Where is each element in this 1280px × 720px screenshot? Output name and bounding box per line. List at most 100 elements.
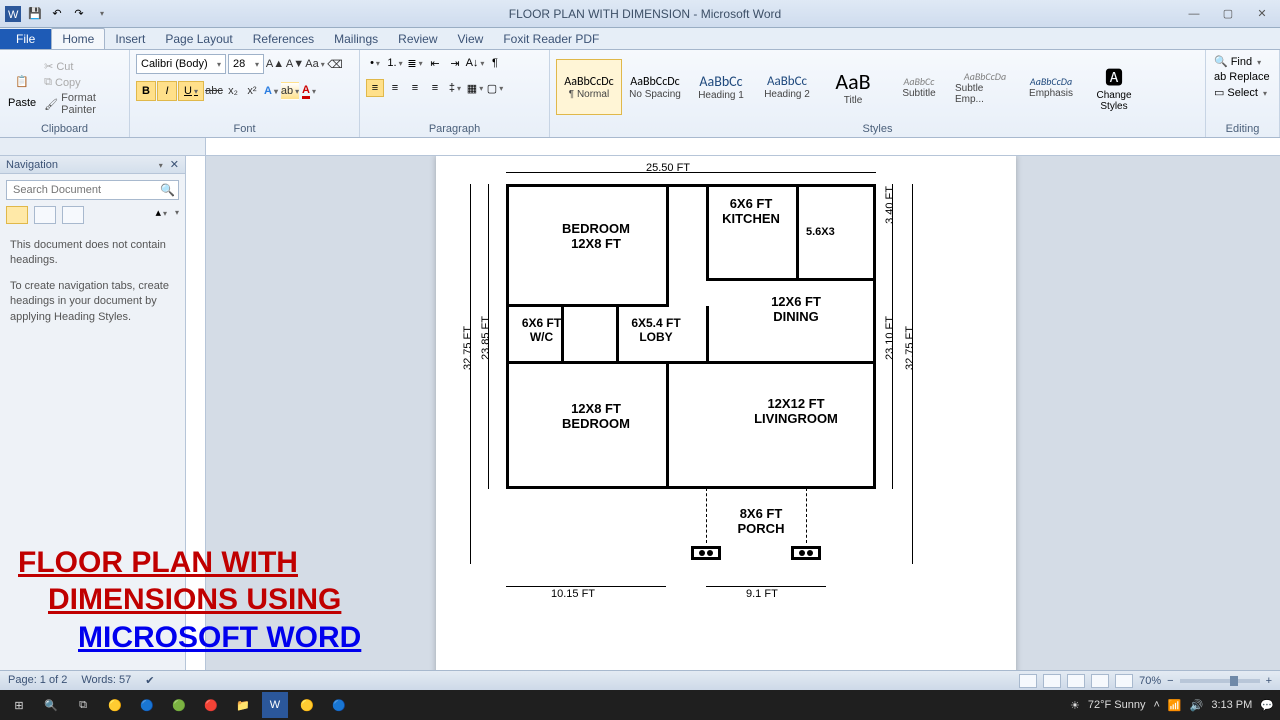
sort-button[interactable]: A↓ bbox=[466, 54, 484, 72]
view-web[interactable] bbox=[1067, 674, 1085, 688]
zoom-slider[interactable] bbox=[1180, 679, 1260, 683]
select-button[interactable]: ▭Select bbox=[1212, 85, 1269, 100]
chrome-icon-4[interactable]: 🔴 bbox=[198, 692, 224, 718]
chrome-icon-2[interactable]: 🔵 bbox=[134, 692, 160, 718]
explorer-icon[interactable]: 📁 bbox=[230, 692, 256, 718]
superscript-button[interactable]: x² bbox=[243, 82, 261, 100]
view-outline[interactable] bbox=[1091, 674, 1109, 688]
style-title[interactable]: AaBTitle bbox=[820, 59, 886, 115]
view-full-screen[interactable] bbox=[1043, 674, 1061, 688]
view-print-layout[interactable] bbox=[1019, 674, 1037, 688]
paste-button[interactable]: 📋 Paste bbox=[6, 65, 38, 111]
tab-review[interactable]: Review bbox=[388, 29, 447, 49]
borders-button[interactable]: ▢ bbox=[486, 79, 504, 97]
text-effects-button[interactable]: A bbox=[262, 82, 280, 100]
align-right-button[interactable]: ≡ bbox=[406, 79, 424, 97]
shrink-font-button[interactable]: A▼ bbox=[286, 55, 304, 73]
show-marks-button[interactable]: ¶ bbox=[486, 54, 504, 72]
chrome-icon-6[interactable]: 🔵 bbox=[326, 692, 352, 718]
nav-tab-headings[interactable] bbox=[6, 206, 28, 224]
chrome-icon[interactable]: 🟡 bbox=[102, 692, 128, 718]
chrome-icon-3[interactable]: 🟢 bbox=[166, 692, 192, 718]
nav-up-icon[interactable]: ▴ bbox=[155, 206, 167, 224]
tab-foxit[interactable]: Foxit Reader PDF bbox=[493, 29, 609, 49]
font-size-combo[interactable]: 28 bbox=[228, 54, 264, 74]
clear-formatting-button[interactable]: ⌫ bbox=[326, 55, 344, 73]
nav-tab-results[interactable] bbox=[62, 206, 84, 224]
font-color-button[interactable]: A bbox=[300, 82, 318, 100]
weather-text[interactable]: 72°F Sunny bbox=[1088, 699, 1146, 711]
horizontal-ruler[interactable] bbox=[206, 138, 1280, 155]
italic-button[interactable]: I bbox=[157, 81, 177, 101]
search-input[interactable] bbox=[6, 180, 179, 200]
view-draft[interactable] bbox=[1115, 674, 1133, 688]
tab-view[interactable]: View bbox=[448, 29, 494, 49]
search-taskbar-icon[interactable]: 🔍 bbox=[38, 692, 64, 718]
style-heading-2[interactable]: AaBbCcHeading 2 bbox=[754, 59, 820, 115]
tab-page-layout[interactable]: Page Layout bbox=[155, 29, 242, 49]
save-icon[interactable]: 💾 bbox=[26, 5, 44, 23]
format-painter-button[interactable]: 🖌Format Painter bbox=[42, 91, 123, 117]
tab-mailings[interactable]: Mailings bbox=[324, 29, 388, 49]
minimize-button[interactable]: — bbox=[1180, 4, 1208, 24]
redo-icon[interactable]: ↷ bbox=[70, 5, 88, 23]
strikethrough-button[interactable]: abc bbox=[205, 82, 223, 100]
underline-button[interactable]: U bbox=[178, 81, 204, 101]
task-view-icon[interactable]: ⧉ bbox=[70, 692, 96, 718]
cut-button[interactable]: ✂Cut bbox=[42, 59, 123, 74]
shading-button[interactable]: ▦ bbox=[466, 79, 484, 97]
zoom-in-button[interactable]: + bbox=[1266, 675, 1272, 687]
tab-home[interactable]: Home bbox=[51, 28, 105, 49]
align-left-button[interactable]: ≡ bbox=[366, 79, 384, 97]
style-heading-1[interactable]: AaBbCcHeading 1 bbox=[688, 59, 754, 115]
nav-tab-pages[interactable] bbox=[34, 206, 56, 224]
close-button[interactable]: ✕ bbox=[1248, 4, 1276, 24]
start-button[interactable]: ⊞ bbox=[6, 692, 32, 718]
increase-indent-button[interactable]: ⇥ bbox=[446, 54, 464, 72]
style-no-spacing[interactable]: AaBbCcDcNo Spacing bbox=[622, 59, 688, 115]
numbering-button[interactable]: 1. bbox=[386, 54, 404, 72]
search-icon[interactable]: 🔍 bbox=[160, 183, 175, 197]
grow-font-button[interactable]: A▲ bbox=[266, 55, 284, 73]
zoom-out-button[interactable]: − bbox=[1167, 675, 1173, 687]
maximize-button[interactable]: ▢ bbox=[1214, 4, 1242, 24]
nav-dropdown-icon[interactable] bbox=[157, 159, 163, 171]
chrome-icon-5[interactable]: 🟡 bbox=[294, 692, 320, 718]
spell-check-icon[interactable]: ✔ bbox=[145, 674, 154, 687]
style-subtitle[interactable]: AaBbCcSubtitle bbox=[886, 59, 952, 115]
volume-icon[interactable]: 🔊 bbox=[1190, 699, 1204, 712]
tab-references[interactable]: References bbox=[243, 29, 324, 49]
weather-icon[interactable]: ☀ bbox=[1070, 699, 1080, 712]
copy-button[interactable]: ⧉Copy bbox=[42, 75, 123, 90]
style-subtle-emp-[interactable]: AaBbCcDaSubtle Emp... bbox=[952, 59, 1018, 115]
qat-dropdown-icon[interactable] bbox=[92, 5, 110, 23]
change-styles-button[interactable]: 🅰 Change Styles bbox=[1088, 62, 1140, 114]
decrease-indent-button[interactable]: ⇤ bbox=[426, 54, 444, 72]
bold-button[interactable]: B bbox=[136, 81, 156, 101]
status-page[interactable]: Page: 1 of 2 bbox=[8, 674, 67, 687]
highlight-button[interactable]: ab bbox=[281, 82, 299, 100]
find-button[interactable]: 🔍Find bbox=[1212, 54, 1263, 69]
undo-icon[interactable]: ↶ bbox=[48, 5, 66, 23]
nav-down-icon[interactable] bbox=[173, 206, 179, 224]
multilevel-button[interactable]: ≣ bbox=[406, 54, 424, 72]
word-taskbar-icon[interactable]: W bbox=[262, 692, 288, 718]
notifications-icon[interactable]: 💬 bbox=[1260, 699, 1274, 712]
nav-close-icon[interactable]: ✕ bbox=[170, 159, 179, 171]
bullets-button[interactable]: • bbox=[366, 54, 384, 72]
tray-chevron-icon[interactable]: ˄ bbox=[1153, 699, 1159, 711]
network-icon[interactable]: 📶 bbox=[1168, 699, 1182, 712]
change-case-button[interactable]: Aa bbox=[306, 55, 324, 73]
subscript-button[interactable]: x₂ bbox=[224, 82, 242, 100]
style-emphasis[interactable]: AaBbCcDaEmphasis bbox=[1018, 59, 1084, 115]
align-center-button[interactable]: ≡ bbox=[386, 79, 404, 97]
justify-button[interactable]: ≡ bbox=[426, 79, 444, 97]
clock[interactable]: 3:13 PM bbox=[1211, 699, 1252, 711]
style--normal[interactable]: AaBbCcDc¶ Normal bbox=[556, 59, 622, 115]
replace-button[interactable]: abReplace bbox=[1212, 70, 1272, 84]
tab-insert[interactable]: Insert bbox=[105, 29, 155, 49]
line-spacing-button[interactable]: ‡ bbox=[446, 79, 464, 97]
font-name-combo[interactable]: Calibri (Body) bbox=[136, 54, 226, 74]
zoom-label[interactable]: 70% bbox=[1139, 675, 1161, 687]
file-tab[interactable]: File bbox=[0, 29, 51, 49]
